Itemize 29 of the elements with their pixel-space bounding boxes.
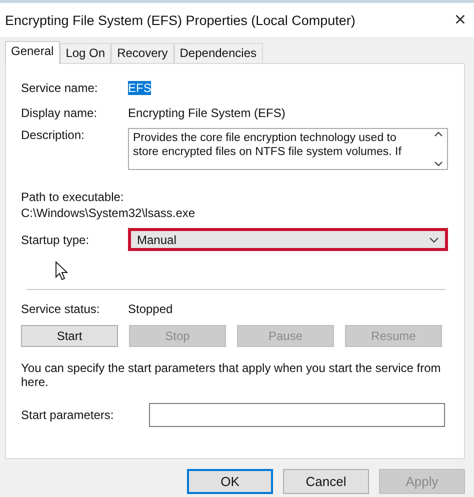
window-title: Encrypting File System (EFS) Properties (Local Computer) [5, 12, 356, 28]
display-name-value: Encrypting File System (EFS) [128, 106, 286, 120]
description-field[interactable]: Provides the core file encryption technology used to store encrypted files on NTFS file system volumes. If [128, 128, 448, 170]
startup-type-dropdown[interactable]: Manual [128, 228, 448, 251]
service-name-value: EFS [128, 81, 152, 95]
field-label: Service status: [21, 302, 101, 316]
scroll-down-icon[interactable] [434, 161, 443, 167]
field-label: Display name: [21, 106, 98, 120]
tab[interactable]: Recovery [111, 43, 174, 63]
tab[interactable]: Log On [60, 43, 112, 63]
field-label: Startup type: [21, 232, 90, 246]
field-label: Service name: [21, 81, 99, 95]
description-text: Provides the core file encryption technology used to store encrypted files on NTFS file system volumes. If [133, 131, 402, 160]
chevron-down-icon [429, 236, 439, 242]
close-button[interactable]: × [454, 8, 466, 32]
dialog-button[interactable]: Cancel [283, 469, 369, 494]
field-label: Path to executable: [21, 190, 125, 204]
start-parameters-field[interactable] [149, 403, 445, 427]
dialog-button[interactable]: OK [187, 469, 273, 494]
service-button[interactable]: Start [21, 325, 118, 347]
tab[interactable]: Dependencies [174, 43, 262, 63]
field-label: Start parameters: [21, 408, 115, 422]
path-value: C:\Windows\System32\lsass.exe [21, 206, 196, 220]
tab[interactable]: General [5, 41, 60, 64]
service-status-value: Stopped [128, 302, 173, 316]
hint-text: You can specify the start parameters that apply when you start the service from here. [21, 361, 441, 389]
field-label: Description: [21, 128, 86, 142]
mouse-cursor-icon [55, 261, 68, 281]
scroll-up-icon[interactable] [434, 131, 443, 137]
